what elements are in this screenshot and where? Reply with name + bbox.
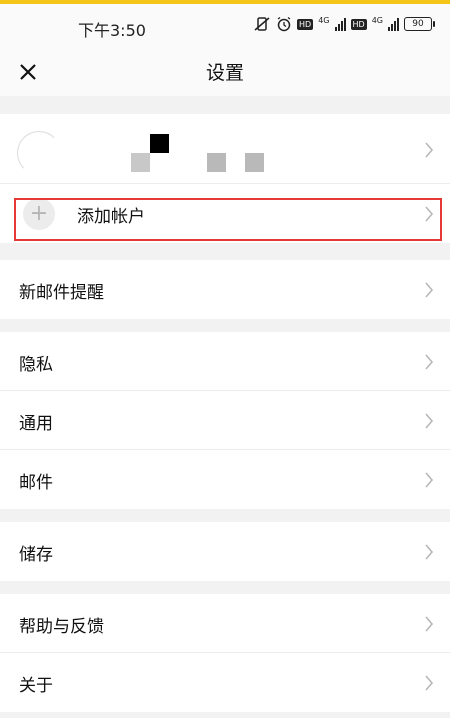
chevron-right-icon	[425, 472, 434, 488]
account-row[interactable]	[0, 114, 450, 184]
plus-icon: +	[23, 198, 55, 230]
account-name-mosaic	[150, 134, 169, 153]
account-name-mosaic	[207, 153, 226, 172]
chevron-right-icon	[425, 282, 434, 298]
settings-item-label: 邮件	[19, 473, 53, 493]
settings-item-storage[interactable]: 储存	[0, 522, 450, 581]
network-type-1: 4G	[318, 16, 330, 25]
settings-item-general[interactable]: 通用	[0, 391, 450, 450]
settings-item-label: 储存	[19, 545, 53, 565]
general-group: 隐私 通用 邮件	[0, 332, 450, 509]
signal-icon-1	[334, 17, 346, 31]
settings-item-label: 帮助与反馈	[19, 617, 104, 637]
account-name-mosaic	[131, 153, 150, 172]
hd-badge-1: HD	[297, 18, 314, 30]
settings-item-label: 新邮件提醒	[19, 283, 104, 303]
avatar	[17, 131, 61, 175]
chevron-right-icon	[425, 413, 434, 429]
status-time: 下午3:50	[78, 21, 146, 40]
add-account-button[interactable]: + 添加帐户	[0, 184, 450, 243]
settings-item-label: 隐私	[19, 355, 53, 375]
chevron-right-icon	[425, 675, 434, 691]
status-icons: HD 4G HD 4G 90	[253, 16, 435, 32]
alarm-icon	[277, 16, 291, 32]
chevron-right-icon	[425, 142, 434, 158]
account-group: + 添加帐户	[0, 114, 450, 243]
chevron-right-icon	[425, 616, 434, 632]
chevron-right-icon	[425, 544, 434, 560]
settings-item-privacy[interactable]: 隐私	[0, 332, 450, 391]
vibrate-off-icon	[254, 17, 270, 31]
about-group: 帮助与反馈 关于	[0, 594, 450, 712]
settings-item-new-mail[interactable]: 新邮件提醒	[0, 260, 450, 319]
status-bar: 下午3:50 HD 4G HD 4G 90	[0, 4, 450, 46]
account-name-mosaic	[245, 153, 264, 172]
signal-icon-2	[388, 17, 399, 31]
settings-item-mail[interactable]: 邮件	[0, 450, 450, 509]
chevron-right-icon	[425, 354, 434, 370]
nav-bar: 设置	[0, 46, 450, 96]
notification-group: 新邮件提醒	[0, 260, 450, 319]
add-account-label: 添加帐户	[77, 207, 145, 227]
settings-item-label: 关于	[19, 676, 53, 696]
settings-item-help[interactable]: 帮助与反馈	[0, 594, 450, 653]
settings-item-about[interactable]: 关于	[0, 653, 450, 712]
page-title: 设置	[205, 62, 244, 84]
battery-icon: 90	[404, 17, 435, 31]
chevron-right-icon	[425, 206, 434, 222]
network-type-2: 4G	[371, 16, 383, 25]
storage-group: 储存	[0, 522, 450, 581]
hd-badge-2: HD	[350, 18, 367, 30]
settings-item-label: 通用	[19, 414, 53, 434]
settings-screen: 下午3:50 HD 4G HD 4G 90 设置 + 添加帐户 新邮件提醒 隐私…	[0, 0, 450, 718]
